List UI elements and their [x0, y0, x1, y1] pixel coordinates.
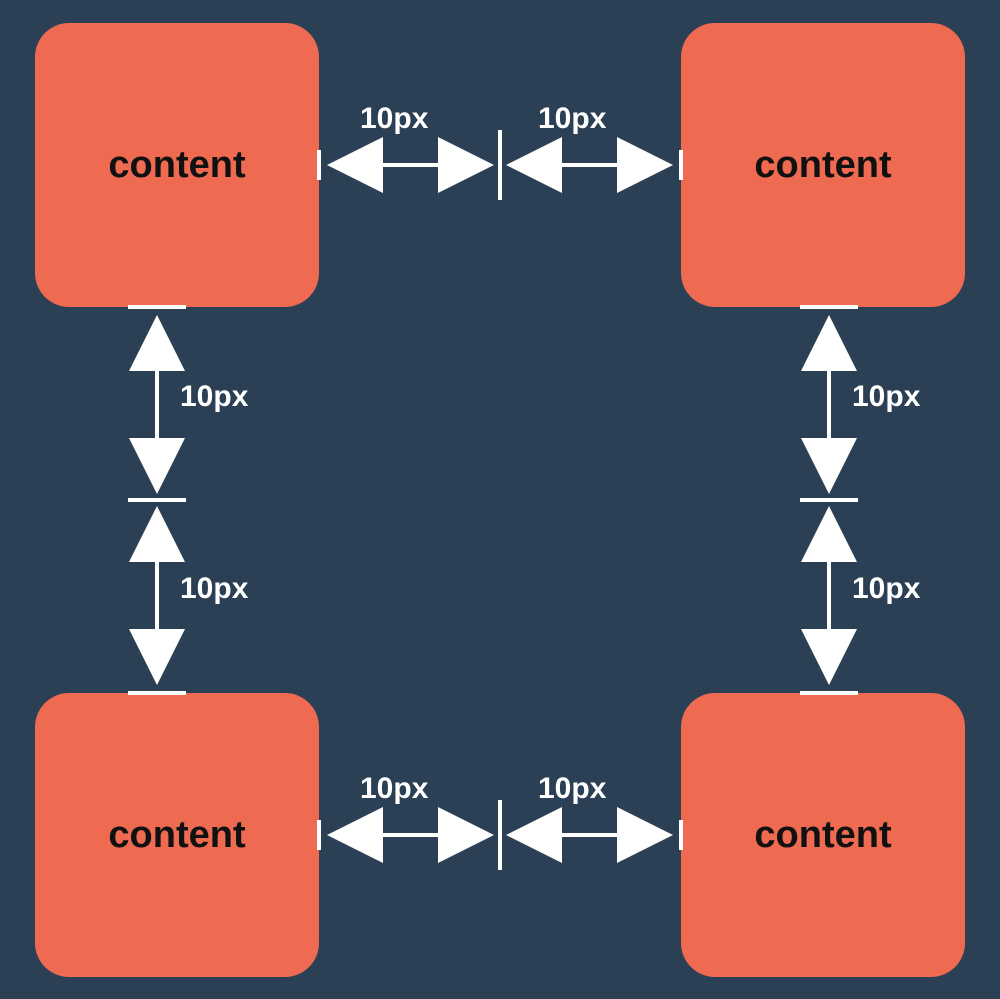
- spacing-label-bottom-right: 10px: [538, 772, 606, 806]
- spacing-label-left-lower: 10px: [180, 572, 248, 606]
- content-box-label: content: [108, 814, 245, 857]
- spacing-arrow-left-upper: [128, 307, 186, 500]
- content-box-label: content: [754, 814, 891, 857]
- spacing-label-top-right: 10px: [538, 102, 606, 136]
- content-box-bottom-right: content: [681, 693, 965, 977]
- content-box-top-right: content: [681, 23, 965, 307]
- spacing-arrow-bottom-left: [319, 800, 500, 870]
- spacing-arrow-top-left: [319, 130, 500, 200]
- spacing-label-right-lower: 10px: [852, 572, 920, 606]
- spacing-arrow-top-right: [514, 150, 681, 180]
- content-box-label: content: [754, 144, 891, 187]
- spacing-arrow-bottom-right: [514, 820, 681, 850]
- spacing-label-top-left: 10px: [360, 102, 428, 136]
- content-box-top-left: content: [35, 23, 319, 307]
- spacing-arrow-left-lower: [128, 514, 186, 693]
- content-box-label: content: [108, 144, 245, 187]
- spacing-label-bottom-left: 10px: [360, 772, 428, 806]
- spacing-label-right-upper: 10px: [852, 380, 920, 414]
- content-box-bottom-left: content: [35, 693, 319, 977]
- spacing-label-left-upper: 10px: [180, 380, 248, 414]
- spacing-arrow-right-lower: [800, 514, 858, 693]
- spacing-arrow-right-upper: [800, 307, 858, 500]
